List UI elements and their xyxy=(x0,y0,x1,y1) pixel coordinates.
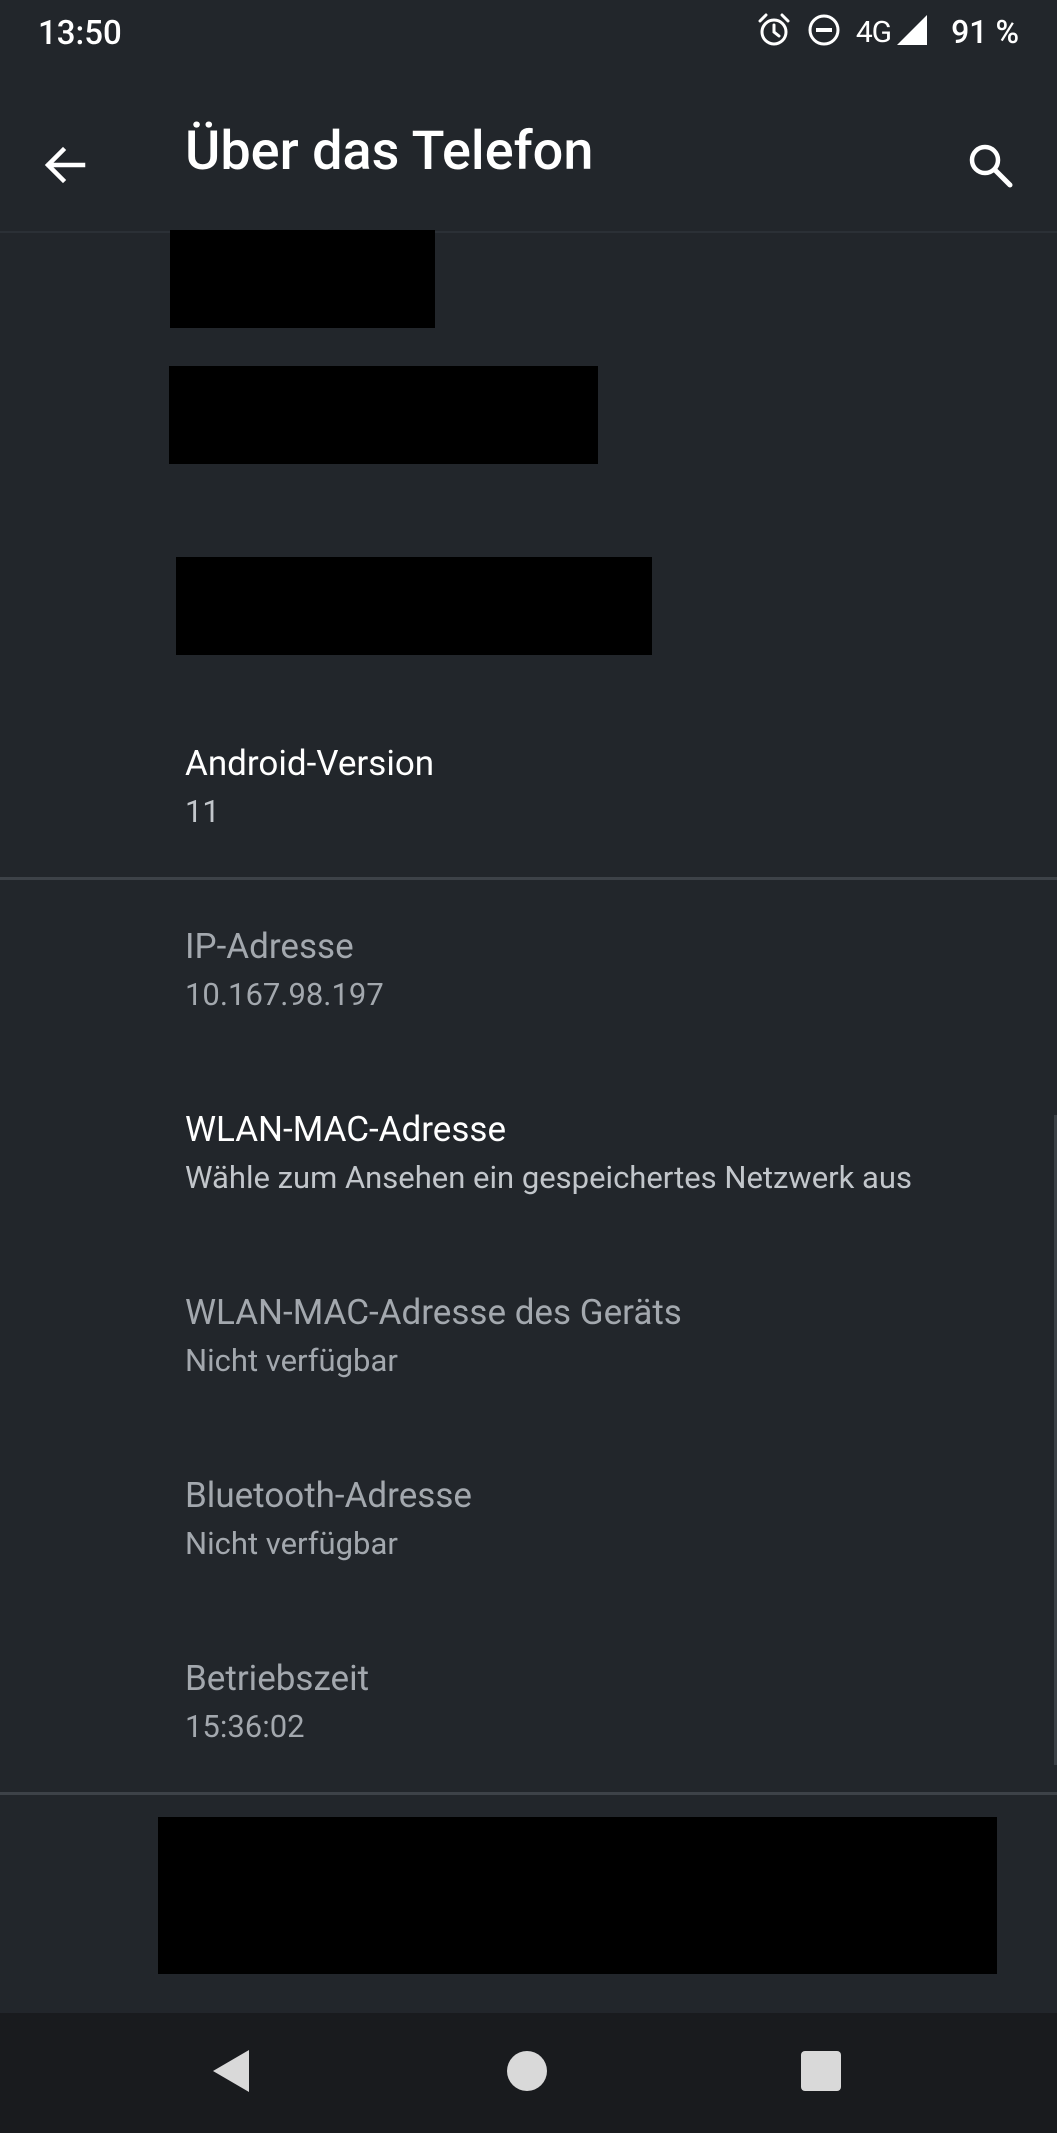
network-type: 4G xyxy=(855,14,892,50)
item-title: Betriebszeit xyxy=(185,1658,370,1699)
item-subtitle: 10.167.98.197 xyxy=(185,976,384,1013)
search-icon xyxy=(965,140,1015,194)
redacted-block xyxy=(170,230,435,328)
item-subtitle: 11 xyxy=(185,793,220,830)
redacted-block xyxy=(158,1817,997,1974)
nav-recents-button[interactable] xyxy=(781,2033,861,2113)
nav-back-button[interactable] xyxy=(191,2033,271,2113)
navigation-bar xyxy=(0,2013,1057,2133)
signal-icon xyxy=(895,13,929,51)
back-button[interactable] xyxy=(20,122,110,212)
nav-back-icon xyxy=(209,2048,253,2098)
redacted-block xyxy=(169,366,598,464)
app-bar: Über das Telefon xyxy=(0,62,1057,232)
status-bar: 13:50 4G 91 % xyxy=(0,0,1057,62)
item-title: Android-Version xyxy=(185,743,435,784)
device-wlan-mac-address-item: WLAN-MAC-Adresse des Geräts Nicht verfüg… xyxy=(185,1291,1025,1381)
status-icons: 4G 91 % xyxy=(756,12,1019,52)
ip-address-item: IP-Adresse 10.167.98.197 xyxy=(185,925,1025,1015)
section-divider xyxy=(0,877,1057,880)
wlan-mac-address-item[interactable]: WLAN-MAC-Adresse Wähle zum Ansehen ein g… xyxy=(185,1108,1025,1198)
nav-home-icon xyxy=(505,2049,549,2097)
app-bar-divider xyxy=(0,231,1057,233)
battery-percentage: 91 % xyxy=(951,13,1019,51)
bluetooth-address-item: Bluetooth-Adresse Nicht verfügbar xyxy=(185,1474,1025,1564)
search-button[interactable] xyxy=(945,122,1035,212)
android-version-item[interactable]: Android-Version 11 xyxy=(185,742,1025,832)
do-not-disturb-icon xyxy=(806,12,842,52)
item-subtitle: Nicht verfügbar xyxy=(185,1342,398,1379)
alarm-icon xyxy=(756,12,792,52)
item-title: WLAN-MAC-Adresse xyxy=(185,1109,507,1150)
item-title: Bluetooth-Adresse xyxy=(185,1475,472,1516)
nav-home-button[interactable] xyxy=(487,2033,567,2113)
arrow-back-icon xyxy=(41,141,89,193)
nav-recents-icon xyxy=(800,2050,842,2096)
status-time: 13:50 xyxy=(38,14,122,53)
item-title: IP-Adresse xyxy=(185,926,354,967)
item-subtitle: Wähle zum Ansehen ein gespeichertes Netz… xyxy=(185,1159,913,1196)
item-subtitle: Nicht verfügbar xyxy=(185,1525,398,1562)
page-title: Über das Telefon xyxy=(185,120,594,183)
item-subtitle: 15:36:02 xyxy=(185,1708,305,1745)
section-divider xyxy=(0,1792,1057,1795)
redacted-block xyxy=(176,557,652,655)
uptime-item: Betriebszeit 15:36:02 xyxy=(185,1657,1025,1747)
item-title: WLAN-MAC-Adresse des Geräts xyxy=(185,1292,682,1333)
